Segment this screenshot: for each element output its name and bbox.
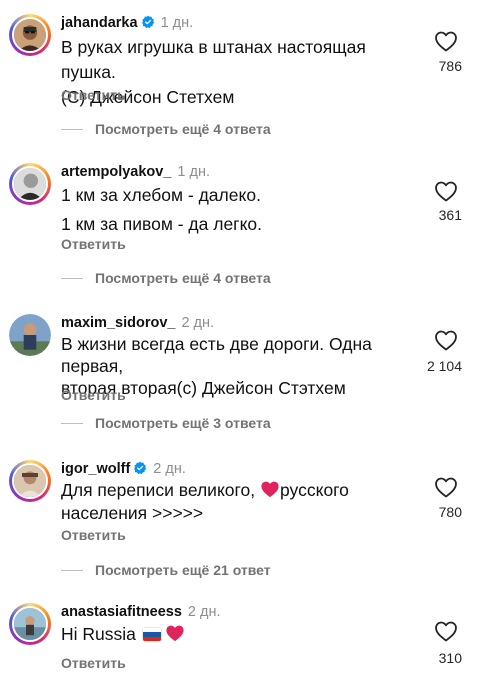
avatar[interactable] xyxy=(9,603,51,645)
comment-header: jahandarka 1 дн. xyxy=(61,14,193,32)
like-heart-outline-icon xyxy=(435,621,457,642)
avatar-image xyxy=(14,465,46,497)
comment-text-part: Для переписи великого, xyxy=(61,480,260,500)
like-heart-outline-icon xyxy=(435,31,457,52)
like-count: 361 xyxy=(438,207,462,223)
avatar-image xyxy=(14,168,46,200)
comment-text: Hi Russia xyxy=(61,622,401,647)
view-replies-button[interactable]: Посмотреть ещё 4 ответа xyxy=(61,270,271,286)
like-count: 2 104 xyxy=(426,358,462,374)
verified-badge-icon xyxy=(134,461,147,475)
reply-button[interactable]: Ответить xyxy=(61,527,126,543)
like-button[interactable] xyxy=(434,30,458,52)
reply-button[interactable]: Ответить xyxy=(61,236,126,252)
username[interactable]: jahandarka xyxy=(61,15,138,31)
view-replies-button[interactable]: Посмотреть ещё 4 ответа xyxy=(61,121,271,137)
like-count: 310 xyxy=(438,650,462,666)
comment-line: В жизни всегда есть две дороги. Одна пер… xyxy=(61,334,372,376)
username[interactable]: artempolyakov_ xyxy=(61,164,171,180)
username[interactable]: maxim_sidorov_ xyxy=(61,315,175,331)
avatar-image xyxy=(9,314,51,356)
avatar[interactable] xyxy=(9,460,51,502)
thread-line xyxy=(61,129,83,130)
comment-time: 1 дн. xyxy=(160,15,194,31)
reply-button[interactable]: Ответить xyxy=(61,87,126,103)
comment-text-part: русского xyxy=(280,480,349,500)
comment-header: igor_wolff 2 дн. xyxy=(61,460,186,478)
like-count: 786 xyxy=(438,58,462,74)
view-replies-button[interactable]: Посмотреть ещё 21 ответ xyxy=(61,562,271,578)
like-heart-outline-icon xyxy=(435,477,457,498)
view-replies-button[interactable]: Посмотреть ещё 3 ответа xyxy=(61,415,271,431)
comment-time: 2 дн. xyxy=(153,461,186,477)
view-replies-label: Посмотреть ещё 3 ответа xyxy=(95,415,271,431)
comment-header: maxim_sidorov_ 2 дн. xyxy=(61,314,214,332)
comment-text: 1 км за хлебом - далеко. 1 км за пивом -… xyxy=(61,183,401,237)
thread-line xyxy=(61,423,83,424)
avatar-image xyxy=(14,608,46,640)
avatar[interactable] xyxy=(9,314,51,356)
comment-line: В руках игрушка в штанах настоящая пушка… xyxy=(61,37,366,82)
like-button[interactable] xyxy=(434,180,458,202)
comment-line: 1 км за пивом - да легко. xyxy=(61,214,263,234)
comment-line: населения >>>>> xyxy=(61,503,204,523)
like-button[interactable] xyxy=(434,329,458,351)
comment-text-part: Hi Russia xyxy=(61,624,136,644)
like-heart-outline-icon xyxy=(435,181,457,202)
red-heart-emoji xyxy=(261,481,279,498)
avatar[interactable] xyxy=(9,14,51,56)
view-replies-label: Посмотреть ещё 4 ответа xyxy=(95,270,271,286)
comment-time: 2 дн. xyxy=(187,604,221,620)
like-button[interactable] xyxy=(434,620,458,642)
red-heart-emoji xyxy=(166,625,184,642)
comment-line: Для переписи великого, русского xyxy=(61,479,401,502)
comment-header: artempolyakov_ 1 дн. xyxy=(61,163,210,181)
username[interactable]: igor_wolff xyxy=(61,461,130,477)
reply-button[interactable]: Ответить xyxy=(61,387,126,403)
verified-badge-icon xyxy=(141,15,154,29)
thread-line xyxy=(61,278,83,279)
like-heart-outline-icon xyxy=(435,330,457,351)
username[interactable]: anastasiafitneess xyxy=(61,604,182,620)
comment-text: Для переписи великого, русского населени… xyxy=(61,479,401,525)
russian-flag-emoji xyxy=(142,628,161,641)
comment-time: 2 дн. xyxy=(181,315,215,331)
view-replies-label: Посмотреть ещё 4 ответа xyxy=(95,121,271,137)
like-button[interactable] xyxy=(434,476,458,498)
comment-time: 1 дн. xyxy=(177,164,211,180)
avatar[interactable] xyxy=(9,163,51,205)
like-count: 780 xyxy=(438,504,462,520)
comment-header: anastasiafitneess 2 дн. xyxy=(61,603,221,621)
thread-line xyxy=(61,570,83,571)
reply-button[interactable]: Ответить xyxy=(61,655,126,671)
avatar-image xyxy=(14,19,46,51)
view-replies-label: Посмотреть ещё 21 ответ xyxy=(95,562,271,578)
comment-line: 1 км за хлебом - далеко. xyxy=(61,185,261,205)
